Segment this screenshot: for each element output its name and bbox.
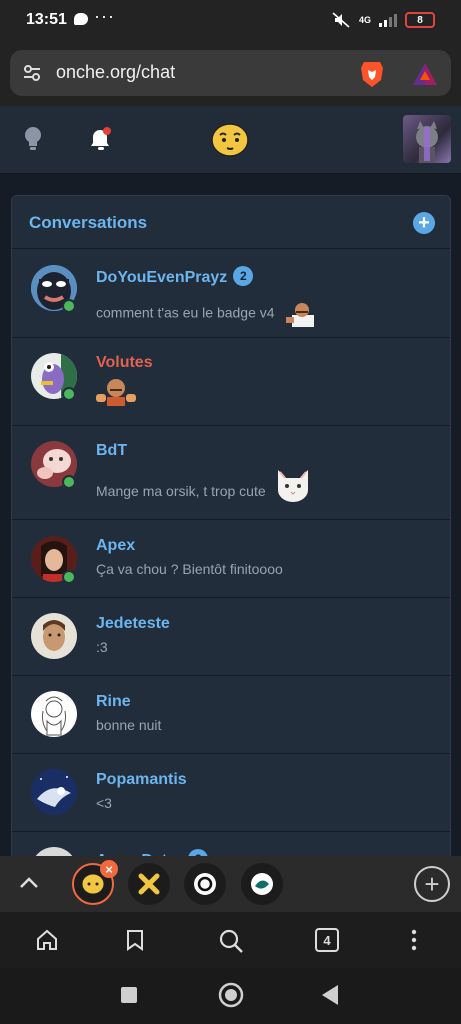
tabs-icon[interactable]: 4 [315, 928, 339, 952]
status-time: 13:51 [26, 11, 67, 28]
menu-icon[interactable] [404, 928, 424, 952]
tab-openai[interactable] [184, 863, 226, 905]
avatar [31, 691, 77, 737]
conversation-name: Jedeteste [96, 615, 170, 632]
user-avatar[interactable] [403, 115, 451, 163]
online-indicator [62, 387, 76, 401]
message-icon [74, 13, 88, 25]
onche-tab-icon [81, 873, 105, 895]
site-header [0, 106, 461, 174]
conversation-item[interactable]: Apex Ça va chou ? Bientôt finitoooo [12, 520, 450, 598]
yellow-x-tab-icon [138, 873, 160, 895]
address-bar[interactable]: onche.org/chat [10, 50, 451, 96]
last-message: bonne nuit [96, 717, 162, 733]
browser-toolbar: onche.org/chat [0, 42, 461, 106]
online-indicator [62, 570, 76, 584]
battery-icon: 8 [405, 12, 435, 28]
mute-icon [332, 12, 350, 28]
status-icons: 4G 8 [331, 11, 435, 29]
close-tab-button[interactable]: × [100, 860, 118, 878]
conversation-item[interactable]: BdT Mange ma orsik, t trop cute [12, 426, 450, 520]
conversation-name: Volutes [96, 354, 153, 371]
conversations-header: Conversations + [12, 196, 450, 249]
home-icon[interactable] [35, 928, 59, 952]
online-indicator [62, 475, 76, 489]
more-dots-icon: ··· [94, 6, 115, 26]
lightbulb-icon[interactable] [22, 126, 44, 152]
recents-icon[interactable] [120, 986, 138, 1004]
openai-tab-icon [194, 873, 216, 895]
bat-rewards-icon[interactable] [412, 62, 438, 86]
last-message: <3 [96, 795, 112, 811]
sticker-image [277, 470, 308, 502]
conversation-name: Popamantis [96, 771, 187, 788]
conversation-item[interactable]: Jedeteste :3 [12, 598, 450, 676]
avatar [31, 613, 77, 659]
last-message: :3 [96, 639, 108, 655]
conversation-item[interactable]: DoYouEvenPrayz 2 comment t'as eu le badge… [12, 249, 450, 338]
conversations-panel: Conversations + DoYouEvenPrayz 2 comment … [11, 195, 451, 875]
battery-level: 8 [417, 14, 423, 26]
conversations-title: Conversations [29, 213, 148, 232]
avatar [31, 769, 77, 815]
new-conversation-button[interactable]: + [413, 212, 435, 234]
tab-yellow-x[interactable] [128, 863, 170, 905]
conversation-item[interactable]: Rine bonne nuit [12, 676, 450, 754]
url-text[interactable]: onche.org/chat [56, 62, 175, 83]
conversation-item[interactable]: Popamantis <3 [12, 754, 450, 832]
search-icon[interactable] [218, 928, 244, 954]
last-message: comment t'as eu le badge v4 [96, 301, 320, 327]
last-message: Ça va chou ? Bientôt finitoooo [96, 561, 283, 577]
browser-bottom-bar: 4 [0, 912, 461, 968]
new-tab-button[interactable]: + [414, 866, 450, 902]
conversation-name: BdT [96, 442, 128, 459]
bell-icon[interactable] [88, 126, 114, 152]
conversation-name: DoYouEvenPrayz 2 [96, 266, 254, 287]
online-indicator [62, 299, 76, 313]
network-type: 4G [358, 15, 371, 25]
onche-logo[interactable] [211, 123, 249, 157]
back-icon[interactable] [320, 984, 340, 1006]
status-bar: 13:51 ··· 4G 8 [0, 0, 461, 42]
last-message [96, 376, 136, 409]
sticker-image [96, 379, 136, 406]
tab-teal[interactable] [241, 863, 283, 905]
sticker-image [286, 303, 315, 327]
chevron-up-icon[interactable] [18, 872, 40, 894]
signal-icon [379, 14, 397, 27]
bookmark-icon[interactable] [123, 928, 147, 952]
unread-badge: 2 [233, 266, 254, 286]
home-circle-icon[interactable] [218, 982, 244, 1008]
brave-lion-icon[interactable] [360, 60, 384, 88]
tune-icon[interactable] [22, 64, 42, 82]
conversation-name: Apex [96, 537, 136, 554]
system-navigation [0, 968, 461, 1024]
conversation-item[interactable]: Volutes [12, 338, 450, 426]
teal-tab-icon [251, 873, 273, 895]
tab-strip: × + [0, 856, 461, 912]
conversation-name: Rine [96, 693, 131, 710]
last-message: Mange ma orsik, t trop cute [96, 466, 312, 502]
